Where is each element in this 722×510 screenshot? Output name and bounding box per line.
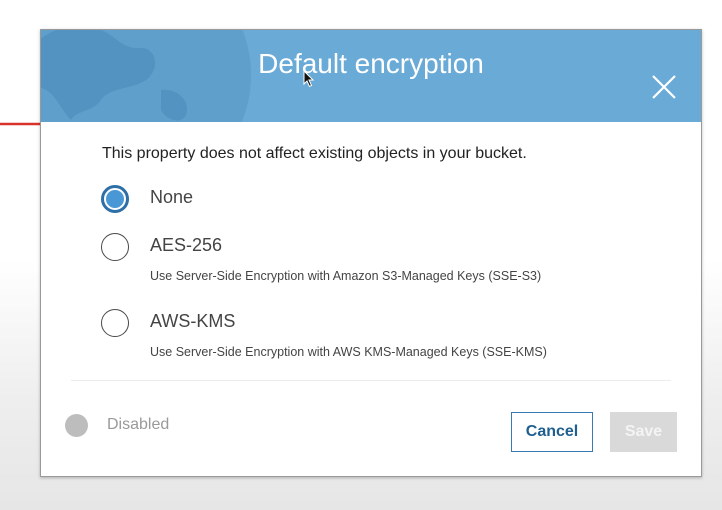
radio-aws-kms[interactable] (101, 309, 129, 337)
footer-divider (71, 380, 671, 381)
option-none[interactable]: None (101, 185, 241, 215)
dialog-note: This property does not affect existing o… (102, 145, 527, 162)
default-encryption-dialog: Default encryption This property does no… (40, 29, 702, 477)
status-label: Disabled (107, 416, 170, 433)
option-aes-256-label: AES-256 (150, 235, 223, 255)
option-aes-256[interactable]: AES-256 Use Server-Side Encryption with … (101, 233, 601, 285)
option-aes-256-description: Use Server-Side Encryption with Amazon S… (150, 269, 542, 283)
status-indicator (65, 414, 88, 437)
option-aws-kms-description: Use Server-Side Encryption with AWS KMS-… (150, 345, 547, 359)
dialog-title: Default encryption (258, 48, 484, 79)
close-icon[interactable] (649, 72, 679, 102)
option-aws-kms-label: AWS-KMS (150, 311, 236, 331)
mouse-cursor-icon (303, 70, 315, 88)
save-button[interactable]: Save (610, 412, 677, 452)
radio-aes-256[interactable] (101, 233, 129, 261)
option-none-label: None (150, 187, 194, 207)
cancel-button[interactable]: Cancel (511, 412, 593, 452)
option-aws-kms[interactable]: AWS-KMS Use Server-Side Encryption with … (101, 309, 621, 361)
dialog-header: Default encryption (41, 30, 701, 122)
radio-none[interactable] (101, 185, 129, 213)
